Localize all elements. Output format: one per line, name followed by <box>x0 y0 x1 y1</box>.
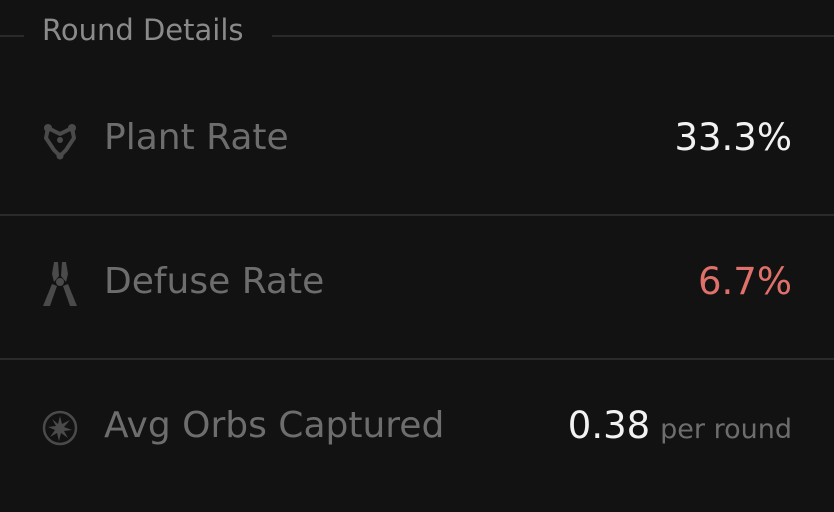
defuser-icon <box>40 260 80 308</box>
header-divider-right <box>272 35 834 37</box>
orb-icon <box>40 408 80 448</box>
round-details-panel: Round Details Plant Rate 33.3% Defuse Ra… <box>0 0 834 512</box>
stat-row-avg-orbs: Avg Orbs Captured 0.38 per round <box>0 356 834 500</box>
stat-label: Plant Rate <box>104 117 289 158</box>
header-divider-left <box>0 35 24 37</box>
stat-unit: per round <box>660 414 792 445</box>
section-header: Round Details <box>0 0 834 60</box>
stat-value-number: 0.38 <box>567 404 651 447</box>
stat-row-plant-rate: Plant Rate 33.3% <box>0 68 834 212</box>
spike-icon <box>40 120 80 160</box>
stat-value-with-unit: 0.38 per round <box>568 404 792 452</box>
stat-label: Defuse Rate <box>104 261 325 302</box>
stat-value: 6.7% <box>698 260 792 303</box>
stat-row-defuse-rate: Defuse Rate 6.7% <box>0 212 834 356</box>
stat-value: 33.3% <box>674 116 792 159</box>
section-title: Round Details <box>42 13 244 47</box>
stat-label: Avg Orbs Captured <box>104 405 445 446</box>
